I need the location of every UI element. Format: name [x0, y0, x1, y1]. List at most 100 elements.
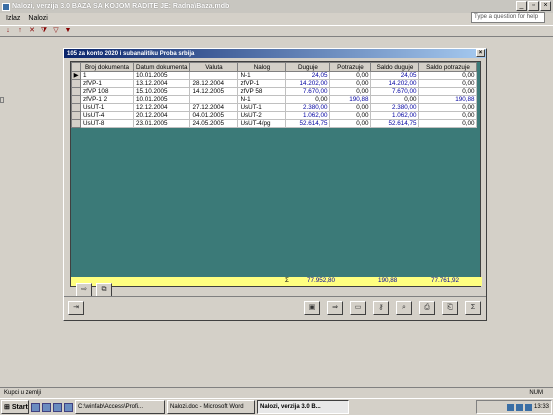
- print-icon[interactable]: ⎙: [419, 301, 435, 315]
- task-word[interactable]: Nalozi.doc - Microsoft Word: [167, 400, 255, 414]
- find-icon[interactable]: ⌕: [396, 301, 412, 315]
- cell-potrazuje[interactable]: 0,00: [329, 79, 372, 88]
- cell-saldo-potrazuje[interactable]: 0,00: [418, 119, 478, 128]
- cell-valuta[interactable]: [189, 71, 239, 80]
- cell-datum[interactable]: 13.12.2004: [132, 79, 191, 88]
- sum-icon[interactable]: Σ: [465, 301, 481, 315]
- cell-saldo-potrazuje[interactable]: 0,00: [418, 87, 478, 96]
- export-icon[interactable]: ⇨: [76, 283, 92, 297]
- cell-duguje[interactable]: 24,05: [285, 71, 331, 80]
- task-explorer[interactable]: C:\winfab\Access\Profi...: [75, 400, 165, 414]
- row-selector[interactable]: [71, 95, 81, 104]
- goto-icon[interactable]: ⇒: [327, 301, 343, 315]
- cell-broj[interactable]: zfVP-1: [80, 79, 134, 88]
- apply-filter-icon[interactable]: ▼: [64, 27, 72, 35]
- col-saldo-potrazuje[interactable]: Saldo potrazuje: [418, 62, 478, 72]
- cell-datum[interactable]: 20.12.2004: [132, 111, 191, 120]
- filter-icon[interactable]: ⧩: [40, 27, 48, 35]
- cell-datum[interactable]: 15.10.2005: [132, 87, 191, 96]
- cell-nalog[interactable]: zfVP 58: [237, 87, 287, 96]
- cell-saldo-duguje[interactable]: 24,05: [370, 71, 420, 80]
- delete-icon[interactable]: ✕: [28, 27, 36, 35]
- cell-saldo-potrazuje[interactable]: 0,00: [418, 111, 478, 120]
- col-saldo-duguje[interactable]: Saldo duguje: [370, 62, 420, 72]
- cell-datum[interactable]: 10.01.2005: [132, 71, 191, 80]
- row-selector[interactable]: [71, 87, 81, 96]
- cell-nalog[interactable]: UsUT-2: [237, 111, 287, 120]
- cell-saldo-duguje[interactable]: 0,00: [370, 95, 420, 104]
- cell-broj[interactable]: UsUT-8: [80, 119, 134, 128]
- restore-icon[interactable]: ▫: [528, 1, 539, 11]
- table-row[interactable]: UsUT-4 20.12.2004 04.01.2005 UsUT-2 1.06…: [71, 111, 478, 120]
- start-button[interactable]: ⊞ Start: [1, 400, 29, 414]
- table-row[interactable]: zfVP-1 2 10.01.2005 N-1 0,00 190,88 0,00…: [71, 95, 478, 104]
- cell-duguje[interactable]: 0,00: [285, 95, 331, 104]
- tray-network-icon[interactable]: [515, 403, 523, 411]
- current-row-marker-icon[interactable]: ▶: [71, 71, 81, 80]
- cell-datum[interactable]: 12.12.2004: [132, 103, 191, 112]
- table-row[interactable]: ▶ 1 10.01.2005 N-1 24,05 0,00 24,05 0,00: [71, 71, 478, 80]
- cell-nalog[interactable]: zfVP-1: [237, 79, 287, 88]
- cell-potrazuje[interactable]: 0,00: [329, 71, 372, 80]
- image-icon[interactable]: ▣: [304, 301, 320, 315]
- cell-valuta[interactable]: [189, 95, 239, 104]
- cell-broj[interactable]: 1: [80, 71, 134, 80]
- col-datum-dokumenta[interactable]: Datum dokumenta: [132, 62, 191, 72]
- close-icon[interactable]: ×: [540, 1, 551, 11]
- col-valuta[interactable]: Valuta: [189, 62, 239, 72]
- cell-saldo-duguje[interactable]: 52.614,75: [370, 119, 420, 128]
- cell-potrazuje[interactable]: 190,88: [329, 95, 372, 104]
- quicklaunch-desktop-icon[interactable]: [42, 402, 51, 412]
- table-row[interactable]: UsUT-8 23.01.2005 24.05.2005 UsUT-4/pg 5…: [71, 119, 478, 128]
- col-potrazuje[interactable]: Potrazuje: [329, 62, 372, 72]
- cell-valuta[interactable]: 24.05.2005: [189, 119, 239, 128]
- quicklaunch-outlook-icon[interactable]: [53, 402, 62, 412]
- cell-datum[interactable]: 10.01.2005: [132, 95, 191, 104]
- col-broj-dokumenta[interactable]: Broj dokumenta: [80, 62, 134, 72]
- open-folder-icon[interactable]: ▭: [350, 301, 366, 315]
- cell-duguje[interactable]: 14.202,00: [285, 79, 331, 88]
- cell-saldo-duguje[interactable]: 7.670,00: [370, 87, 420, 96]
- task-nalozi[interactable]: Nalozi, verzija 3.0 B...: [257, 400, 349, 414]
- cell-broj[interactable]: UsUT-4: [80, 111, 134, 120]
- cell-valuta[interactable]: 27.12.2004: [189, 103, 239, 112]
- cell-nalog[interactable]: N-1: [237, 95, 287, 104]
- cell-duguje[interactable]: 1.062,00: [285, 111, 331, 120]
- table-row[interactable]: zfVP 108 15.10.2005 14.12.2005 zfVP 58 7…: [71, 87, 478, 96]
- cell-potrazuje[interactable]: 0,00: [329, 103, 372, 112]
- cell-saldo-duguje[interactable]: 14.202,00: [370, 79, 420, 88]
- cell-saldo-duguje[interactable]: 1.062,00: [370, 111, 420, 120]
- table-row[interactable]: UsUT-1 12.12.2004 27.12.2004 UsUT-1 2.38…: [71, 103, 478, 112]
- minimize-icon[interactable]: _: [516, 1, 527, 11]
- preview-icon[interactable]: ⎗: [442, 301, 458, 315]
- cell-valuta[interactable]: 04.01.2005: [189, 111, 239, 120]
- row-selector[interactable]: [71, 119, 81, 128]
- tray-app-icon[interactable]: [506, 403, 514, 411]
- quicklaunch-folder-icon[interactable]: [64, 402, 73, 412]
- filter-form-icon[interactable]: ▽: [52, 27, 60, 35]
- row-selector[interactable]: [71, 111, 81, 120]
- cell-nalog[interactable]: N-1: [237, 71, 287, 80]
- cell-potrazuje[interactable]: 0,00: [329, 87, 372, 96]
- cell-potrazuje[interactable]: 0,00: [329, 119, 372, 128]
- sort-asc-icon[interactable]: ↓: [4, 27, 12, 35]
- cell-saldo-potrazuje[interactable]: 0,00: [418, 71, 478, 80]
- sort-desc-icon[interactable]: ↑: [16, 27, 24, 35]
- cell-nalog[interactable]: UsUT-1: [237, 103, 287, 112]
- cell-valuta[interactable]: 14.12.2005: [189, 87, 239, 96]
- menu-izlaz[interactable]: Izlaz: [6, 15, 20, 22]
- cell-saldo-duguje[interactable]: 2.380,00: [370, 103, 420, 112]
- cell-nalog[interactable]: UsUT-4/pg: [237, 119, 287, 128]
- copy-icon[interactable]: ⧉: [96, 283, 112, 297]
- exit-icon[interactable]: ⇥: [68, 301, 84, 315]
- cell-duguje[interactable]: 2.380,00: [285, 103, 331, 112]
- key-icon[interactable]: ⚷: [373, 301, 389, 315]
- menu-nalozi[interactable]: Nalozi: [28, 15, 47, 22]
- cell-broj[interactable]: zfVP-1 2: [80, 95, 134, 104]
- row-selector[interactable]: [71, 103, 81, 112]
- col-duguje[interactable]: Duguje: [285, 62, 331, 72]
- table-row[interactable]: zfVP-1 13.12.2004 28.12.2004 zfVP-1 14.2…: [71, 79, 478, 88]
- help-input[interactable]: Type a question for help: [471, 12, 545, 23]
- quicklaunch-ie-icon[interactable]: [31, 402, 40, 412]
- cell-saldo-potrazuje[interactable]: 0,00: [418, 103, 478, 112]
